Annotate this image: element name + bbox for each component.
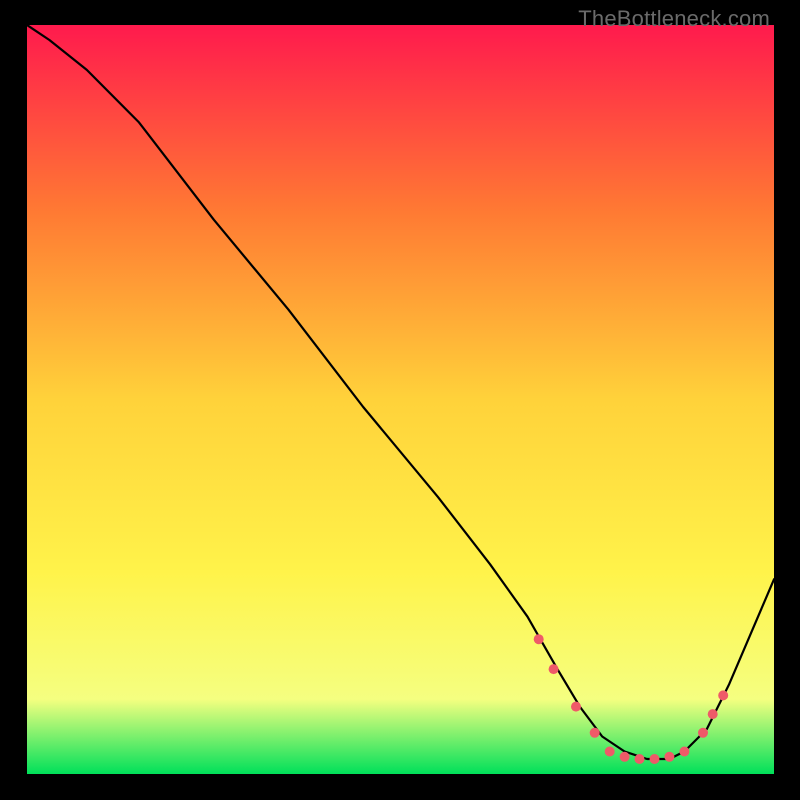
chart-svg (27, 25, 774, 774)
highlight-point (650, 754, 660, 764)
highlight-point (549, 664, 559, 674)
highlight-point (664, 752, 674, 762)
highlight-point (708, 709, 718, 719)
highlight-point (590, 728, 600, 738)
gradient-background (27, 25, 774, 774)
highlight-point (635, 754, 645, 764)
highlight-point (718, 690, 728, 700)
chart-stage: TheBottleneck.com (0, 0, 800, 800)
plot-area (27, 25, 774, 774)
highlight-point (698, 728, 708, 738)
highlight-point (679, 747, 689, 757)
watermark-text: TheBottleneck.com (578, 6, 770, 32)
highlight-point (571, 702, 581, 712)
highlight-point (605, 747, 615, 757)
highlight-point (534, 634, 544, 644)
highlight-point (620, 752, 630, 762)
